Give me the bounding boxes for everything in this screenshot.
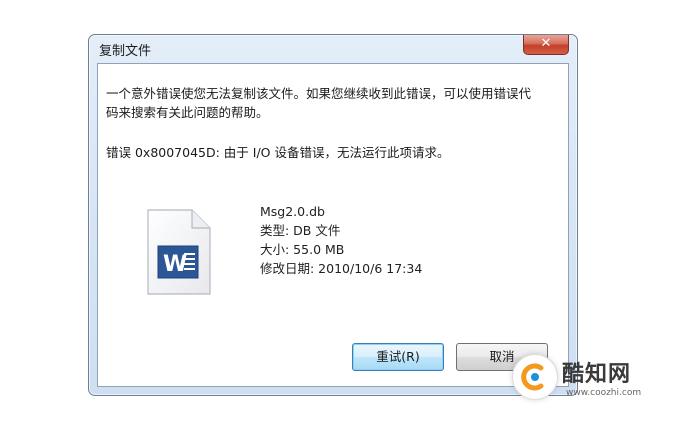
retry-button[interactable]: 重试(R): [352, 343, 444, 371]
svg-text:W: W: [163, 252, 187, 277]
error-code-text: 错误 0x8007045D: 由于 I/O 设备错误，无法运行此项请求。: [106, 145, 450, 160]
title-bar[interactable]: 复制文件 ✕: [89, 35, 577, 61]
dialog-content: 一个意外错误使您无法复制该文件。如果您继续收到此错误，可以使用错误代 码来搜索有…: [97, 63, 569, 387]
close-icon: ✕: [540, 36, 552, 51]
close-button[interactable]: ✕: [523, 35, 569, 55]
message-line-1: 一个意外错误使您无法复制该文件。如果您继续收到此错误，可以使用错误代: [106, 86, 532, 101]
watermark-logo: 酷知网 www.coozhi.com: [508, 352, 678, 408]
dialog-title: 复制文件: [99, 44, 152, 59]
watermark-brand: 酷知网: [562, 362, 632, 387]
message-line-2: 码来搜索有关此问题的帮助。: [106, 105, 269, 120]
file-type: 类型: DB 文件: [260, 223, 341, 238]
logo-icon: [512, 354, 558, 400]
file-details: Msg2.0.db 类型: DB 文件 大小: 55.0 MB 修改日期: 20…: [260, 202, 422, 278]
error-message: 一个意外错误使您无法复制该文件。如果您继续收到此错误，可以使用错误代 码来搜索有…: [106, 84, 561, 122]
watermark-url: www.coozhi.com: [566, 388, 642, 398]
file-modified: 修改日期: 2010/10/6 17:34: [260, 261, 423, 276]
word-document-icon: W: [147, 209, 211, 295]
copy-file-dialog: 复制文件 ✕ 一个意外错误使您无法复制该文件。如果您继续收到此错误，可以使用错误…: [88, 34, 578, 396]
file-size: 大小: 55.0 MB: [260, 242, 345, 257]
file-name: Msg2.0.db: [260, 204, 325, 219]
